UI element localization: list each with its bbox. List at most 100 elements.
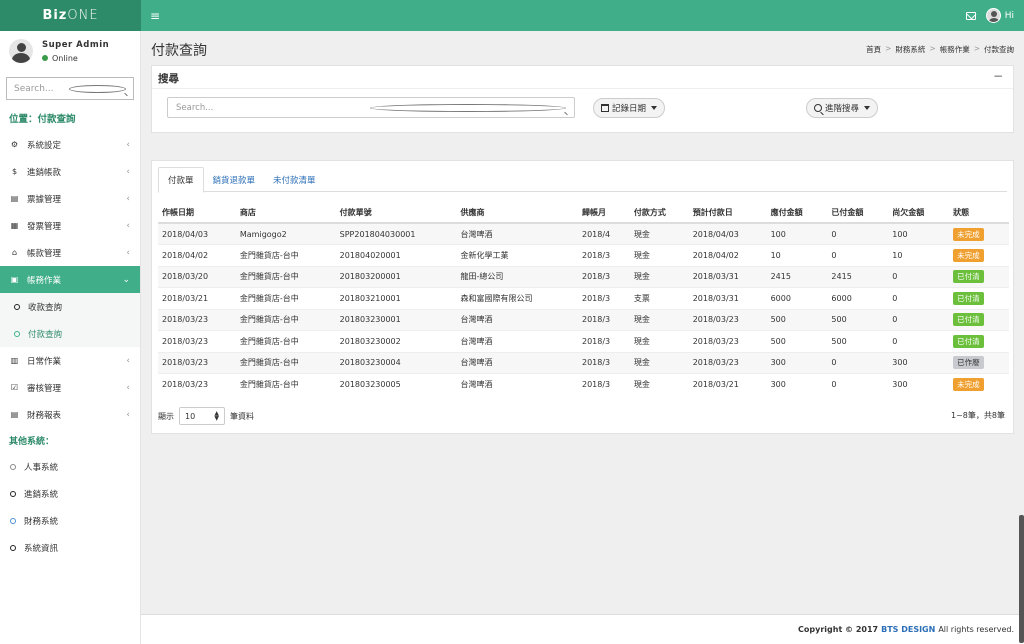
chevron-left-icon: ‹ [126,247,130,258]
user-avatar [9,39,33,63]
date-filter-button[interactable]: 記錄日期 [593,98,666,118]
table-cell: 金新化學工業 [456,244,578,266]
column-header[interactable]: 作帳日期 [158,203,236,224]
online-dot-icon [42,55,48,61]
table-row[interactable]: 2018/03/23 金門雜貨店-台中 201803230001 台灣啤酒 2018/3… [158,308,1009,331]
table-cell: 201803230005 [335,373,457,395]
column-header[interactable]: 歸帳月 [577,203,630,224]
table-cell: 500 [827,308,889,331]
scrollbar[interactable] [1019,515,1024,643]
table-row[interactable]: 2018/03/23 金門雜貨店-台中 201803230005 台灣啤酒 2018/3… [158,373,1009,395]
search-icon[interactable] [370,103,566,112]
tab-payment[interactable]: 付款單 [158,167,204,193]
sidebar-item-review[interactable]: ☑ 審核管理 ‹ [0,374,140,401]
sidebar-item-notes[interactable]: ▤ 票據管理 ‹ [0,185,140,212]
column-header[interactable]: 付款單號 [335,203,457,224]
table-cell: 2018/03/23 [158,373,236,395]
brand-link[interactable]: BTS DESIGN [881,625,935,634]
column-header[interactable]: 商店 [235,203,336,224]
breadcrumb: 首頁 > 財務系統 > 帳務作業 > 付款查詢 [866,44,1014,55]
table-cell: 300 [888,351,950,374]
tab-sales-refund[interactable]: 銷貨退款單 [204,167,265,192]
table-cell: 現金 [629,222,689,245]
chevron-down-icon: ⌄ [122,274,130,285]
other-system-hr[interactable]: 人事系統 [0,453,140,480]
status-badge: 已付清 [953,334,984,348]
updown-icon: ▲ ▼ [214,410,219,422]
sidebar-subitem-receipt-query[interactable]: 收款查詢 [0,293,140,320]
search-icon[interactable] [69,84,126,93]
table-cell: 龍田-總公司 [456,265,578,288]
sidebar-item-accounting[interactable]: ▣ 帳務作業 ⌄ [0,266,140,293]
breadcrumb-current: 付款查詢 [984,45,1014,54]
table-cell: 已付清 [949,265,1009,288]
table-cell: 300 [766,351,828,374]
sidebar-item-daily[interactable]: ▥ 日常作業 ‹ [0,347,140,374]
sidebar-search-input[interactable]: Search... [6,77,134,100]
chevron-left-icon: ‹ [126,139,130,150]
breadcrumb-home[interactable]: 首頁 [866,44,881,55]
table-cell: 台灣啤酒 [456,222,578,245]
briefcase-icon: ▣ [10,275,19,284]
page-size-select[interactable]: 10 ▲ ▼ [179,407,225,425]
table-cell: 金門雜貨店-台中 [235,265,336,288]
table-row[interactable]: 2018/03/21 金門雜貨店-台中 201803210001 森和富國際有限公司 2… [158,287,1009,309]
chevron-left-icon: ‹ [126,409,130,420]
table-row[interactable]: 2018/04/03 Mamigogo2 SPP201804030001 台灣啤酒 20… [158,222,1009,245]
user-menu[interactable]: Hi [985,8,1014,23]
table-cell: 0 [888,265,950,288]
sidebar-subitem-payment-query[interactable]: 付款查詢 [0,320,140,347]
greeting: Hi [1004,10,1014,21]
breadcrumb-accounting[interactable]: 帳務作業 [940,44,970,55]
sidebar-item-account-management[interactable]: ⌂ 帳款管理 ‹ [0,239,140,266]
column-header[interactable]: 預計付款日 [688,203,767,224]
table-cell: 0 [888,287,950,309]
breadcrumb-finance[interactable]: 財務系統 [895,44,925,55]
table-cell: 0 [888,308,950,331]
mail-icon[interactable] [965,11,976,20]
table-cell: 森和富國際有限公司 [456,287,578,309]
tab-unpaid[interactable]: 未付款清單 [264,167,325,192]
other-system-finance[interactable]: 財務系統 [0,507,140,534]
table-cell: 201804020001 [335,244,457,266]
table-cell: 10 [766,244,828,266]
table-cell: 201803230001 [335,308,457,331]
other-system-info[interactable]: 系統資訊 [0,534,140,561]
advanced-search-button[interactable]: 進階搜尋 [806,98,879,118]
table-cell: 201803230004 [335,351,457,374]
sidebar-item-system-settings[interactable]: ⚙ 系統設定 ‹ [0,131,140,158]
table-cell: 2018/3 [577,265,630,288]
table-row[interactable]: 2018/03/23 金門雜貨店-台中 201803230002 台灣啤酒 2018/3… [158,330,1009,352]
search-panel-title: 搜尋 [152,66,1013,89]
invoice-icon: ▦ [10,221,19,230]
sidebar-item-invoices[interactable]: ▦ 發票管理 ‹ [0,212,140,239]
table-cell: 0 [827,244,889,266]
column-header[interactable]: 供應商 [456,203,578,224]
column-header[interactable]: 應付金額 [766,203,828,224]
status-badge: 未完成 [953,227,984,241]
column-header[interactable]: 已付金額 [827,203,889,224]
column-header[interactable]: 付款方式 [629,203,689,224]
search-input[interactable]: Search... [167,97,575,118]
main-content: 付款查詢 首頁 > 財務系統 > 帳務作業 > 付款查詢 搜尋 − Search...… [141,31,1024,614]
sidebar-item-accounts[interactable]: $ 進銷帳款 ‹ [0,158,140,185]
report-icon: ▤ [10,410,19,419]
table-row[interactable]: 2018/04/02 金門雜貨店-台中 201804020001 金新化學工業 2018… [158,244,1009,266]
circle-icon [10,490,16,497]
table-cell: 2018/03/21 [688,373,767,395]
collapse-icon[interactable]: − [993,69,1003,83]
table-row[interactable]: 2018/03/23 金門雜貨店-台中 201803230004 台灣啤酒 2018/3… [158,351,1009,374]
column-header[interactable]: 狀態 [949,203,1009,224]
avatar [985,8,1001,23]
sidebar-item-reports[interactable]: ▤ 財務報表 ‹ [0,401,140,428]
other-system-sales[interactable]: 進銷系統 [0,480,140,507]
app-logo[interactable]: Biz ONE [0,0,141,31]
table-row[interactable]: 2018/03/20 金門雜貨店-台中 201803200001 龍田-總公司 2018… [158,265,1009,288]
column-header[interactable]: 尚欠金額 [888,203,950,224]
table-cell: 未完成 [949,373,1009,395]
table-cell: 2018/3 [577,287,630,309]
calendar-icon [601,104,609,112]
hamburger-menu-icon[interactable]: ≡ [150,9,160,23]
table-cell: 台灣啤酒 [456,308,578,331]
table-cell: 2018/03/21 [158,287,236,309]
